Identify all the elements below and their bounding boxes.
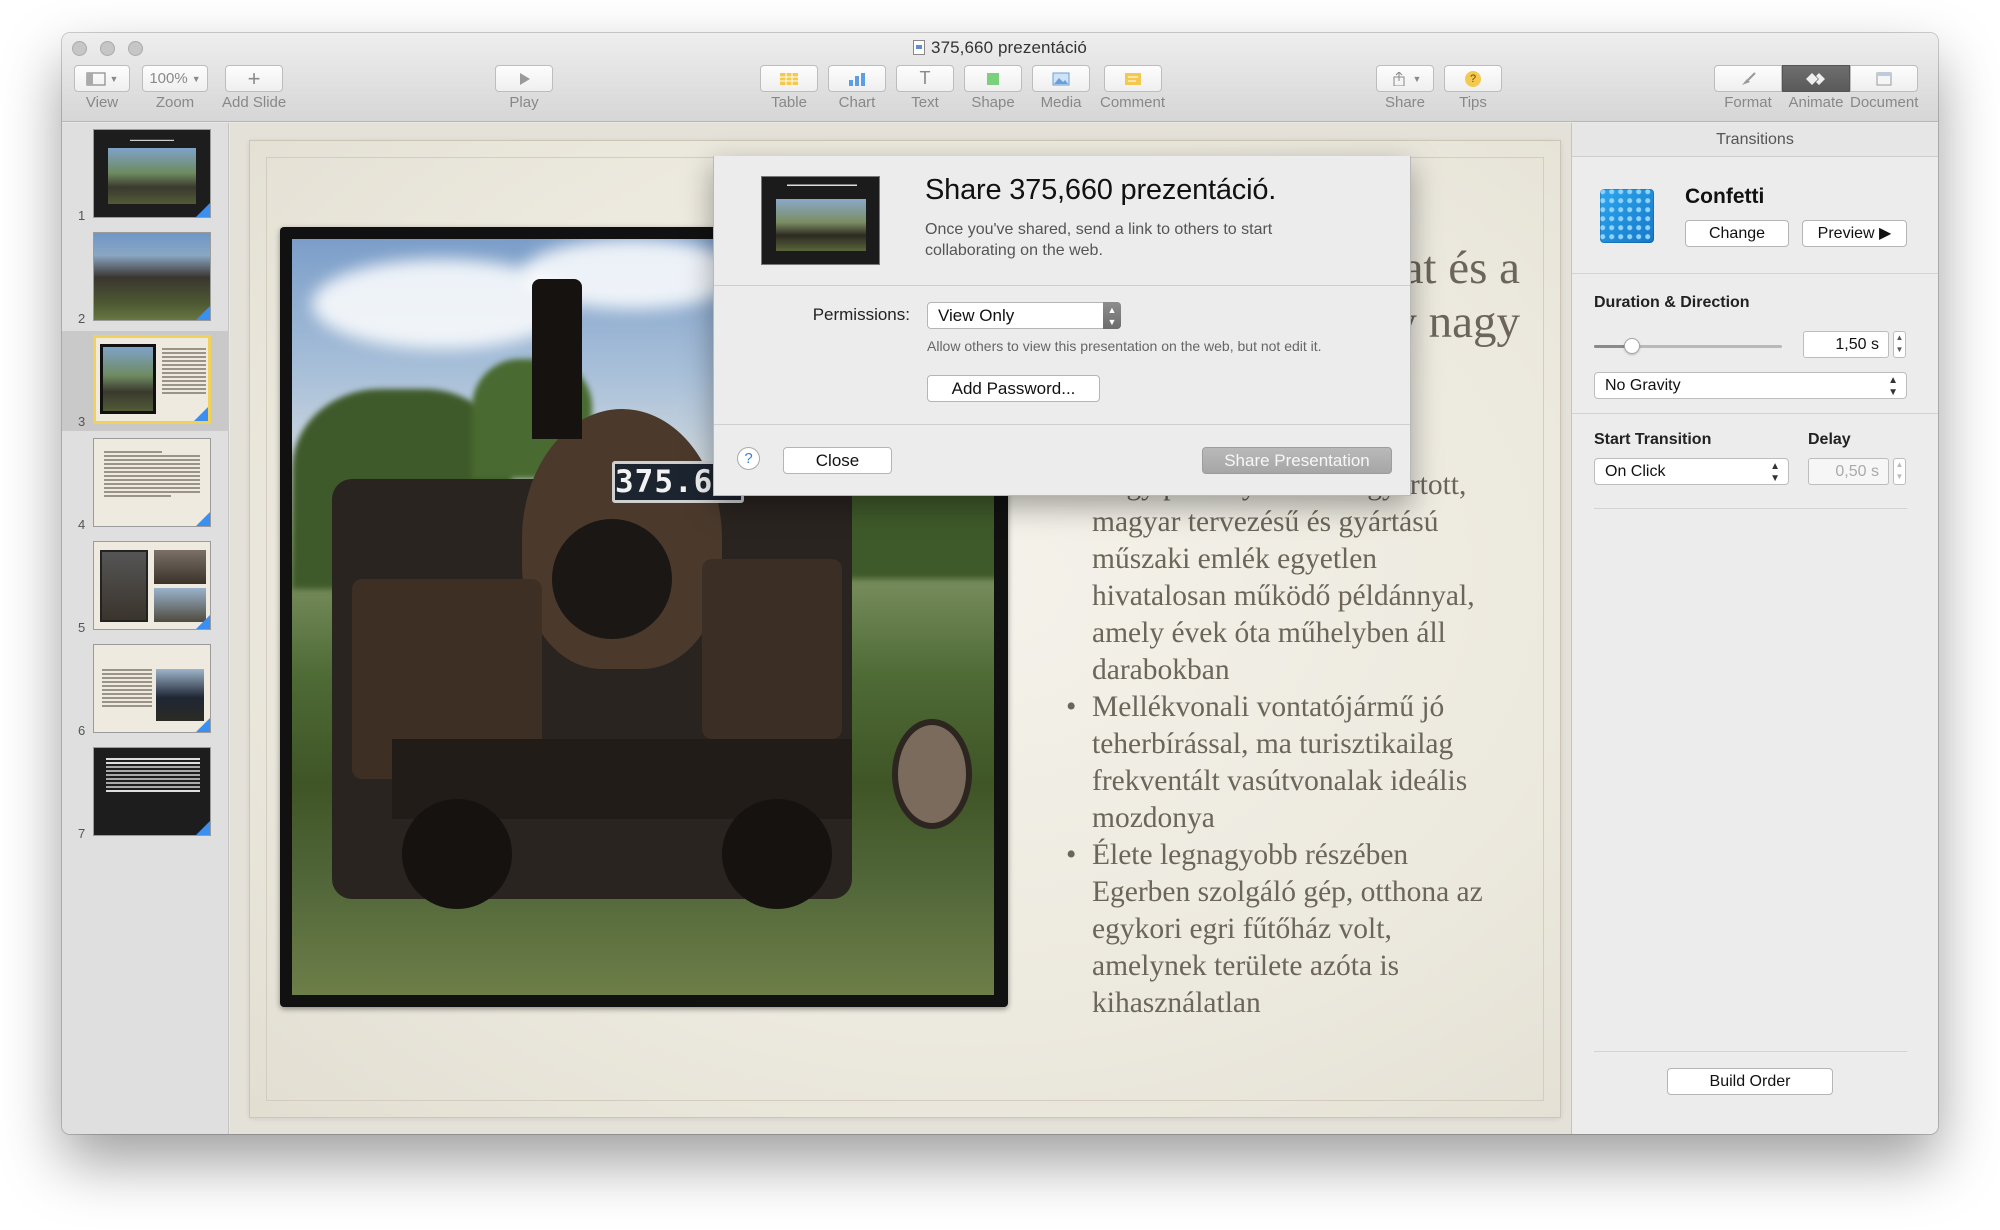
updown-chevron-icon: ▲ ▼ [1770,461,1780,484]
zoom-button[interactable]: 100% ▼ Zoom [142,65,208,111]
plus-icon: + [247,65,261,91]
table-button[interactable]: Table [760,65,818,111]
gravity-select[interactable]: No Gravity ▲ ▼ [1594,372,1907,399]
close-button[interactable]: Close [783,447,892,474]
confetti-transition-icon [1600,189,1654,243]
chart-button[interactable]: Chart [828,65,886,111]
shape-button[interactable]: Shape [964,65,1022,111]
shape-icon [987,72,999,85]
presentation-thumbnail: ▬▬▬▬▬▬▬▬▬▬▬▬▬▬ [761,176,880,265]
delay-field: 0,50 s [1808,458,1889,485]
paintbrush-icon [1742,71,1756,85]
inspector-tab-transitions[interactable]: Transitions [1572,123,1938,157]
duration-field[interactable]: 1,50 s [1803,331,1889,358]
share-presentation-button[interactable]: Share Presentation [1202,447,1392,474]
change-button[interactable]: Change [1685,220,1789,247]
animate-tab[interactable]: Animate [1782,65,1850,111]
start-transition-select[interactable]: On Click ▲ ▼ [1594,458,1789,485]
share-button[interactable]: ▼ Share [1376,65,1434,111]
document-settings-icon [1876,72,1892,85]
slide-thumbnail[interactable]: 6 [62,640,229,740]
view-button[interactable]: ▼ View [74,65,130,111]
animate-diamond-icon [1806,72,1825,85]
slide-bullet-list[interactable]: Nagy példányszámban gyártott, magyar ter… [1066,467,1496,1022]
transition-name: Confetti [1685,185,1765,208]
window-title: 375,660 prezentáció [62,38,1938,58]
table-icon [780,72,798,85]
share-icon [1393,71,1405,86]
build-order-button[interactable]: Build Order [1667,1068,1833,1095]
slide-thumbnail[interactable]: 5 [62,537,229,637]
slide-navigator: 1 ▬▬▬▬▬▬▬▬▬▬▬ 2 3 4 5 6 7 [62,123,229,1134]
share-sheet-title: Share 375,660 prezentáció. [925,174,1277,206]
slide-thumbnail-selected[interactable]: 3 [62,331,229,431]
preview-button[interactable]: Preview ▶ [1802,220,1907,247]
help-button[interactable]: ? [737,447,760,470]
media-button[interactable]: Media [1032,65,1090,111]
comment-button[interactable]: Comment [1100,65,1165,111]
play-button[interactable]: Play [495,65,553,111]
tips-button[interactable]: ? Tips [1444,65,1502,111]
document-tab[interactable]: Document [1850,65,1918,111]
updown-chevron-icon: ▲ ▼ [1888,375,1898,398]
format-tab[interactable]: Format [1714,65,1782,111]
animate-inspector: Transitions Confetti Change Preview ▶ Du… [1571,123,1938,1134]
toolbar: 375,660 prezentáció ▼ View 100% ▼ Zoom +… [62,33,1938,122]
chevron-down-icon: ▼ [191,73,201,84]
sidebar-view-icon [85,71,106,86]
chevron-down-icon: ▼ [109,73,119,84]
document-icon [913,40,926,55]
photo-icon [1052,72,1070,85]
share-sheet-dialog: ▬▬▬▬▬▬▬▬▬▬▬▬▬▬ Share 375,660 prezentáció… [713,156,1411,496]
slide-thumbnail[interactable]: 2 [62,228,229,328]
duration-slider[interactable] [1594,338,1782,354]
add-password-button[interactable]: Add Password... [927,375,1100,402]
permissions-select[interactable]: View Only ▲ ▼ [927,302,1121,329]
duration-stepper[interactable]: ▲ ▼ [1893,331,1906,358]
slide-thumbnail[interactable]: 7 [62,743,229,843]
bar-chart-icon [849,72,865,86]
tips-icon: ? [1465,70,1481,87]
permissions-label: Permissions: [812,305,910,324]
delay-heading: Delay [1808,431,1851,448]
slider-knob[interactable] [1624,338,1640,354]
bullet-item: Nagy példányszámban gyártott, magyar ter… [1066,467,1496,689]
add-slide-button[interactable]: + Add Slide [222,65,286,111]
bullet-item: Élete legnagyobb részében Egerben szolgá… [1066,837,1496,1022]
permissions-hint: Allow others to view this presentation o… [927,338,1322,354]
chevron-down-icon: ▼ [1412,73,1422,84]
slide-thumbnail[interactable]: 4 [62,434,229,534]
duration-heading: Duration & Direction [1594,294,1750,311]
comment-icon [1124,72,1141,85]
updown-chevron-icon: ▲ ▼ [1103,302,1121,329]
play-icon [520,72,530,85]
slide-thumbnail[interactable]: 1 ▬▬▬▬▬▬▬▬▬▬▬ [62,125,229,225]
start-transition-heading: Start Transition [1594,431,1712,448]
text-icon: T [919,68,931,88]
keynote-window: 375,660 prezentáció ▼ View 100% ▼ Zoom +… [62,33,1938,1134]
text-button[interactable]: T Text [896,65,954,111]
bullet-item: Mellékvonali vontatójármű jó teherbíráss… [1066,689,1496,837]
delay-stepper: ▲ ▼ [1893,458,1906,485]
share-sheet-description: Once you've shared, send a link to other… [925,221,1273,259]
